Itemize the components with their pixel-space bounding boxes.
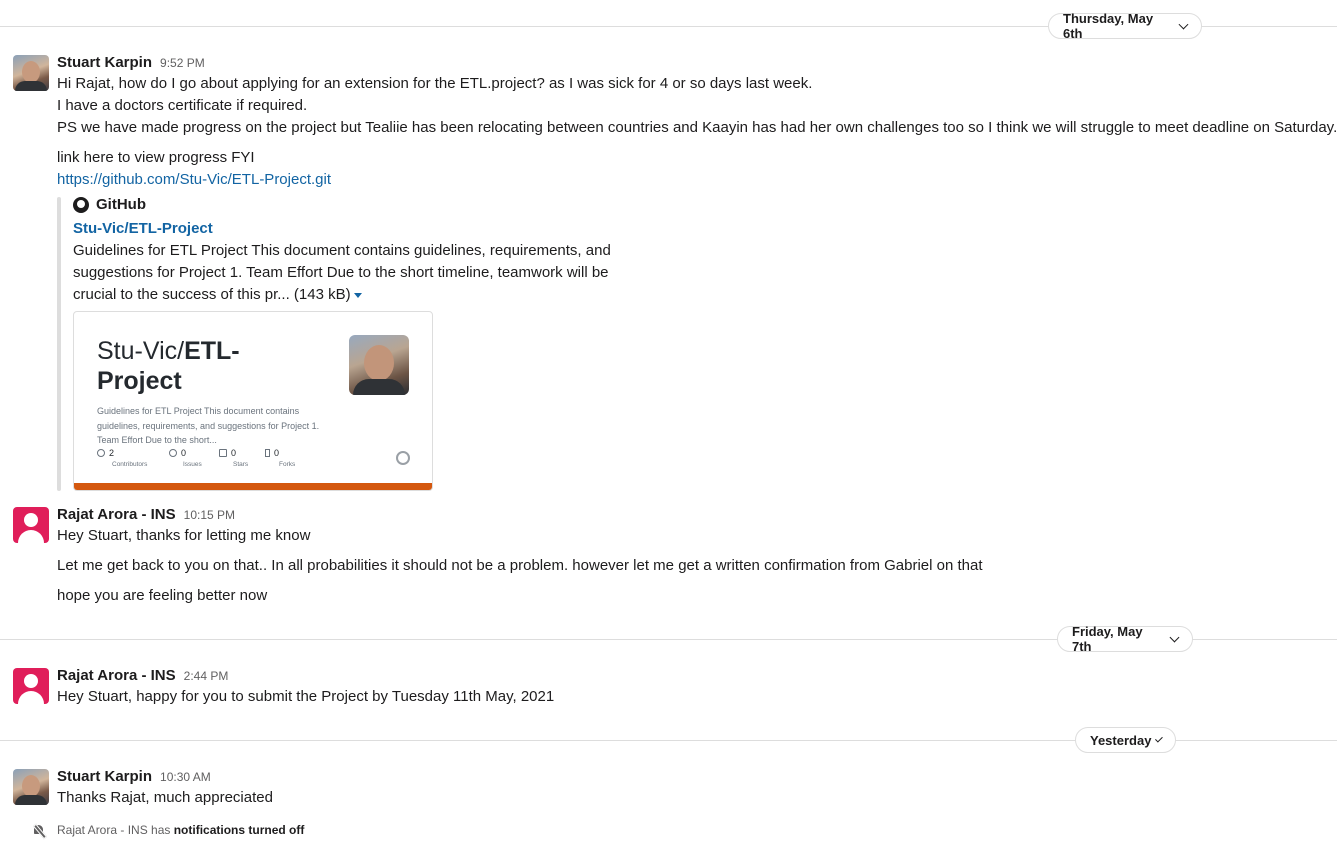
- bell-off-icon: [32, 823, 47, 840]
- author-name[interactable]: Stuart Karpin: [57, 768, 152, 785]
- author-name[interactable]: Rajat Arora - INS: [57, 667, 176, 684]
- unfurl-description-last: crucial to the success of this pr... (14…: [73, 284, 362, 306]
- chevron-down-icon: [1178, 19, 1189, 29]
- timestamp[interactable]: 9:52 PM: [160, 56, 205, 70]
- message-text: Let me get back to you on that.. In all …: [57, 557, 983, 574]
- card-title-repo-cont: Project: [97, 367, 182, 395]
- message-header: Stuart Karpin 10:30 AM: [57, 768, 211, 785]
- github-icon: [396, 451, 410, 465]
- unfurl-preview-card[interactable]: Stu-Vic/ETL- Project Guidelines for ETL …: [73, 311, 433, 491]
- message-text: Hi Rajat, how do I go about applying for…: [57, 75, 813, 92]
- author-name[interactable]: Rajat Arora - INS: [57, 506, 176, 523]
- timestamp[interactable]: 10:15 PM: [184, 508, 235, 522]
- star-icon: [219, 449, 227, 457]
- card-description: Guidelines for ETL Project This document…: [97, 406, 320, 445]
- message-header: Stuart Karpin 9:52 PM: [57, 54, 205, 71]
- unfurl-description: suggestions for Project 1. Team Effort D…: [73, 264, 609, 281]
- timestamp[interactable]: 2:44 PM: [184, 669, 229, 683]
- github-link[interactable]: https://github.com/Stu-Vic/ETL-Project.g…: [57, 169, 331, 191]
- message-text: I have a doctors certificate if required…: [57, 97, 308, 114]
- stat-forks: 0 Forks: [265, 448, 295, 468]
- stat-value: 0: [231, 448, 237, 458]
- stat-value: 2: [109, 448, 115, 458]
- card-title-repo: ETL-: [184, 337, 240, 365]
- github-icon: [73, 196, 89, 213]
- chevron-down-icon: [1169, 632, 1180, 642]
- stat-contributors: 2 Contributors: [97, 448, 147, 468]
- timestamp[interactable]: 10:30 AM: [160, 770, 211, 784]
- stat-issues: 0 Issues: [169, 448, 202, 468]
- notice-bold: notifications turned off: [173, 823, 305, 837]
- message-text: Hey Stuart, happy for you to submit the …: [57, 688, 555, 705]
- unfurl-title-link[interactable]: Stu-Vic/ETL-Project: [73, 218, 213, 240]
- date-jump-friday[interactable]: Friday, May 7th: [1057, 624, 1193, 654]
- stat-label: Contributors: [112, 461, 148, 468]
- message-text: Hey Stuart, thanks for letting me know: [57, 527, 311, 544]
- date-label: Thursday, May 6th: [1063, 11, 1154, 41]
- message-text: link here to view progress FYI: [57, 149, 255, 166]
- message-header: Rajat Arora - INS 2:44 PM: [57, 667, 228, 684]
- card-accent-bar: [74, 483, 432, 490]
- message-text: hope you are feeling better now: [57, 587, 268, 604]
- card-avatar: [349, 335, 409, 395]
- stat-stars: 0 Stars: [219, 448, 248, 468]
- message-text: Thanks Rajat, much appreciated: [57, 789, 273, 806]
- message-text: PS we have made progress on the project …: [57, 119, 1337, 136]
- date-jump-yesterday[interactable]: Yesterday: [1075, 727, 1176, 753]
- date-label: Yesterday: [1090, 732, 1152, 748]
- message-header: Rajat Arora - INS 10:15 PM: [57, 506, 235, 523]
- stat-value: 0: [274, 448, 280, 458]
- issue-icon: [169, 449, 177, 457]
- caret-down-icon[interactable]: [353, 292, 362, 298]
- chevron-down-icon: [1155, 734, 1163, 742]
- card-title-owner: Stu-Vic/: [97, 337, 185, 365]
- people-icon: [97, 449, 105, 457]
- avatar[interactable]: [13, 668, 49, 704]
- card-title: Stu-Vic/ETL- Project: [97, 336, 240, 396]
- avatar[interactable]: [13, 769, 49, 805]
- unfurl-description-text: crucial to the success of this pr... (14…: [73, 286, 351, 303]
- fork-icon: [265, 449, 270, 457]
- stat-value: 0: [181, 448, 187, 458]
- avatar[interactable]: [13, 55, 49, 91]
- date-label: Friday, May 7th: [1072, 624, 1143, 654]
- stat-label: Issues: [183, 461, 202, 468]
- notice-text: Rajat Arora - INS has: [57, 823, 174, 837]
- unfurl-border: [57, 197, 61, 491]
- notifications-off-notice: Rajat Arora - INS has notifications turn…: [57, 823, 304, 837]
- unfurl-description: Guidelines for ETL Project This document…: [73, 242, 611, 259]
- date-jump-thursday[interactable]: Thursday, May 6th: [1048, 11, 1202, 41]
- stat-label: Stars: [233, 461, 249, 468]
- author-name[interactable]: Stuart Karpin: [57, 54, 152, 71]
- unfurl-source: GitHub: [73, 196, 146, 213]
- unfurl-source-name: GitHub: [96, 196, 146, 213]
- stat-label: Forks: [279, 461, 296, 468]
- avatar[interactable]: [13, 507, 49, 543]
